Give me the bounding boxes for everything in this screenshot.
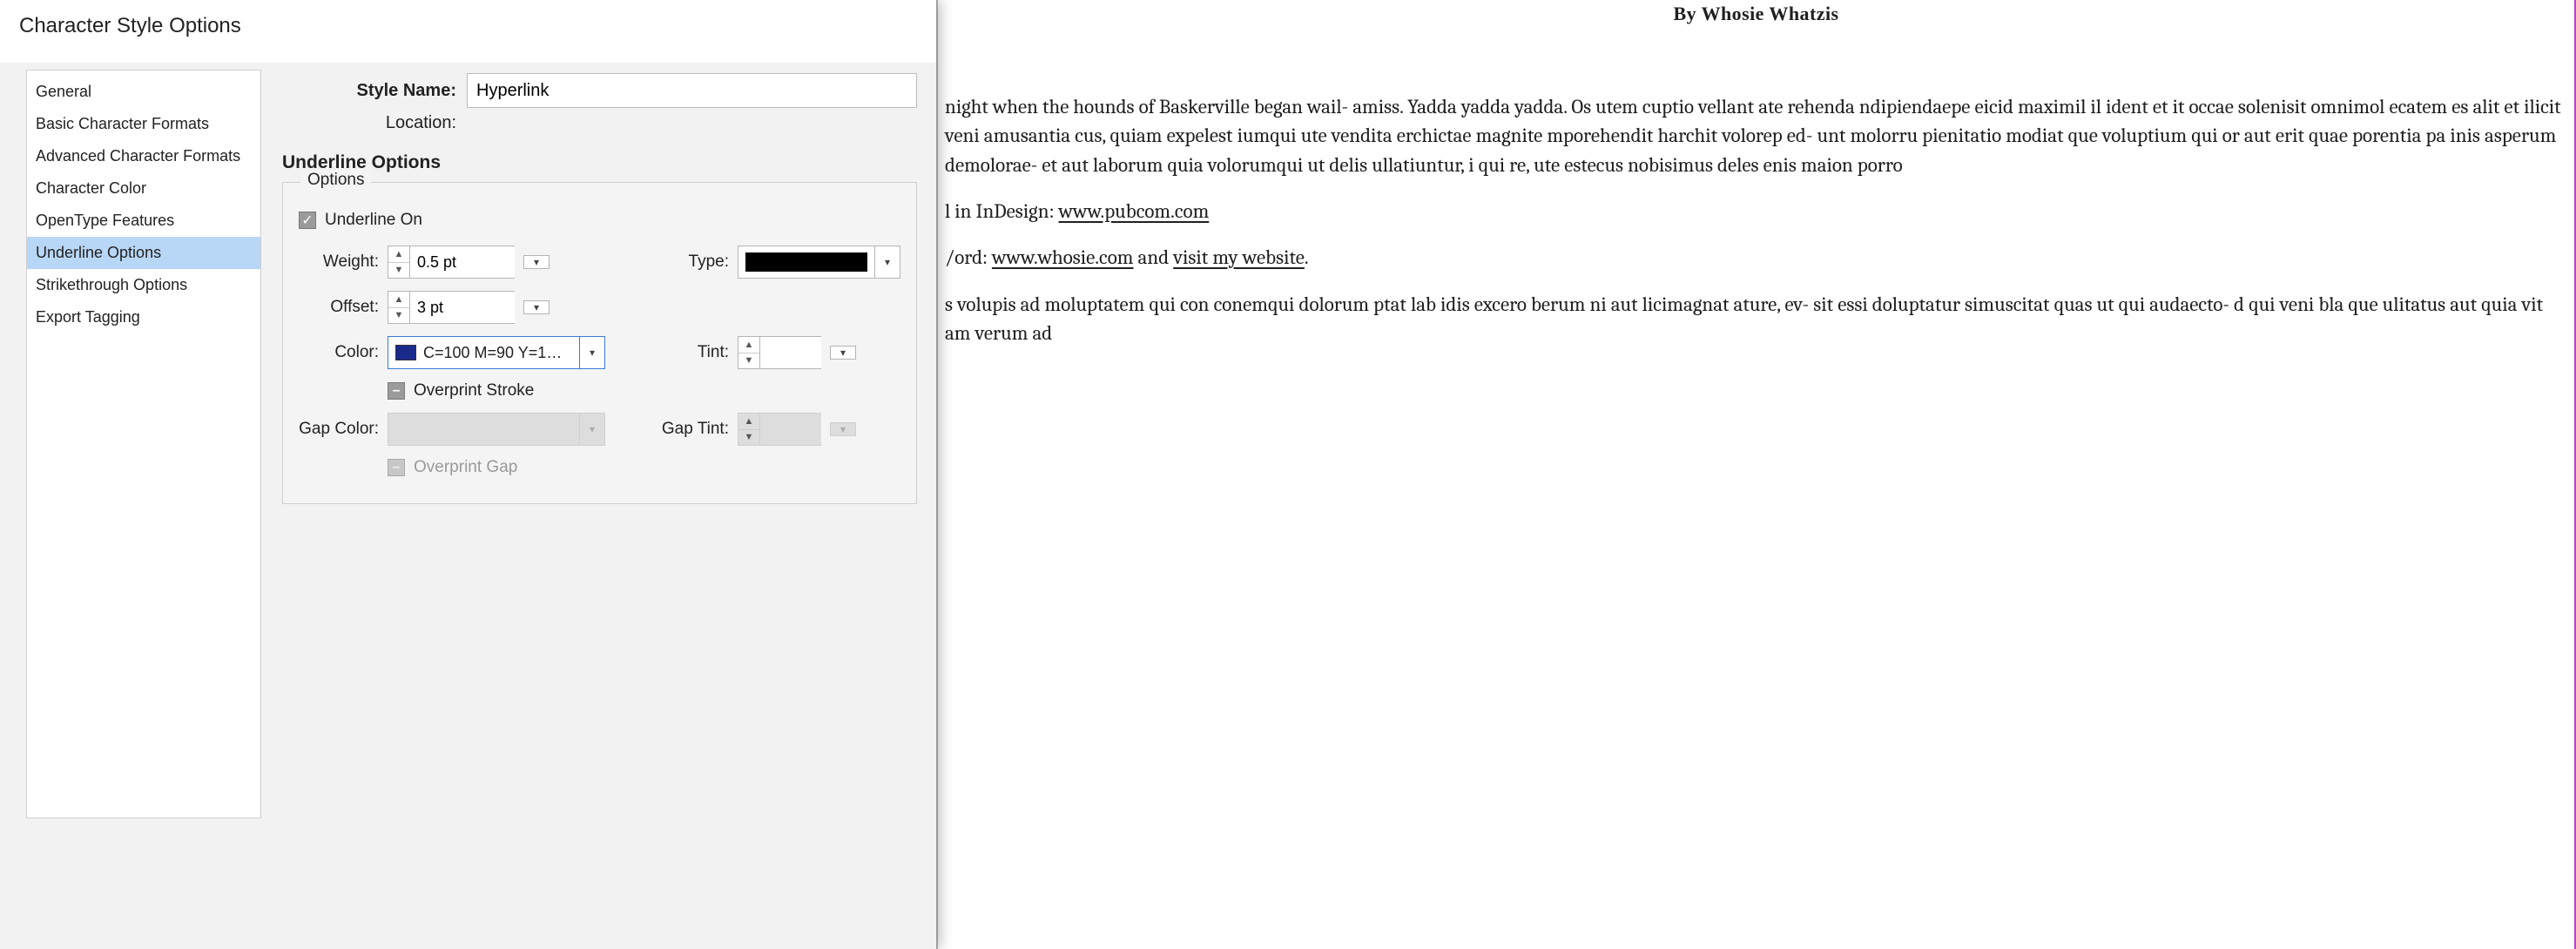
gap-color-dropdown: ▾ [579, 413, 605, 446]
location-label: Location: [282, 113, 456, 133]
type-dropdown[interactable]: ▾ [874, 246, 900, 279]
hyperlink-whosie[interactable]: www.whosie.com [992, 246, 1134, 269]
color-select[interactable]: C=100 M=90 Y=1… ▾ [388, 336, 605, 369]
hyperlink-visit-my-website[interactable]: visit my website [1173, 246, 1305, 269]
link-paragraph-2: /ord: www.whosie.com and visit my websit… [945, 243, 2567, 272]
gap-color-select: ▾ [388, 413, 605, 446]
tint-stepper[interactable]: ▲ ▼ [738, 336, 821, 369]
offset-label: Offset: [299, 298, 379, 317]
character-style-options-dialog: Character Style Options General Basic Ch… [0, 0, 937, 949]
dialog-title: Character Style Options [0, 0, 936, 63]
gap-tint-dropdown: ▾ [830, 422, 856, 436]
weight-stepper[interactable]: ▲ ▼ [388, 246, 515, 279]
app-stage: By Whosie Whatzis night when the hounds … [0, 0, 2576, 949]
category-underline-options[interactable]: Underline Options [27, 237, 260, 269]
tint-input[interactable] [760, 336, 821, 369]
color-value-text: C=100 M=90 Y=1… [423, 344, 562, 362]
gap-color-label: Gap Color: [299, 420, 379, 439]
document-preview: By Whosie Whatzis night when the hounds … [937, 0, 2576, 949]
overprint-gap-label: Overprint Gap [414, 458, 517, 477]
underline-on-label: Underline On [325, 211, 422, 230]
category-character-color[interactable]: Character Color [27, 172, 260, 205]
dialog-body: General Basic Character Formats Advanced… [0, 63, 936, 946]
document-body: night when the hounds of Baskerville beg… [945, 31, 2567, 347]
text-run: and [1138, 246, 1174, 269]
chevron-up-icon[interactable]: ▲ [388, 246, 409, 263]
text-run: /ord: [945, 246, 992, 269]
tint-label: Tint: [649, 343, 729, 362]
link-paragraph-1: l in InDesign: www.pubcom.com [945, 197, 2567, 225]
options-pane: Style Name: Location: Underline Options … [273, 70, 924, 933]
chevron-up-icon: ▲ [738, 414, 759, 430]
weight-spin[interactable]: ▲ ▼ [388, 246, 410, 279]
chevron-down-icon: ▼ [738, 430, 759, 446]
style-name-label: Style Name: [282, 81, 456, 101]
chevron-down-icon[interactable]: ▼ [388, 308, 409, 324]
offset-stepper[interactable]: ▲ ▼ [388, 291, 515, 324]
options-legend: Options [300, 171, 371, 190]
color-label: Color: [299, 343, 379, 362]
stroke-type-preview [745, 252, 867, 272]
category-basic-character-formats[interactable]: Basic Character Formats [27, 108, 260, 140]
type-select[interactable]: ▾ [738, 246, 900, 279]
type-label: Type: [649, 252, 729, 272]
color-swatch-icon [395, 345, 416, 360]
overprint-stroke-checkbox[interactable] [388, 382, 405, 400]
gap-tint-stepper: ▲ ▼ [738, 413, 821, 446]
gap-tint-spin: ▲ ▼ [738, 413, 760, 446]
weight-label: Weight: [299, 252, 379, 272]
hyperlink-pubcom[interactable]: www.pubcom.com [1058, 199, 1209, 223]
text-run: . [1305, 246, 1309, 269]
body-paragraph-1: night when the hounds of Baskerville beg… [945, 92, 2567, 179]
chevron-up-icon[interactable]: ▲ [738, 337, 759, 353]
offset-dropdown[interactable]: ▾ [523, 300, 550, 314]
category-general[interactable]: General [27, 76, 260, 108]
category-list: General Basic Character Formats Advanced… [26, 70, 261, 818]
weight-input[interactable] [410, 246, 515, 279]
body-paragraph-2: s volupis ad moluptatem qui con conemqui… [945, 290, 2567, 348]
overprint-stroke-label: Overprint Stroke [414, 381, 534, 400]
category-opentype-features[interactable]: OpenType Features [27, 205, 260, 237]
chevron-down-icon[interactable]: ▼ [738, 353, 759, 369]
tint-spin[interactable]: ▲ ▼ [738, 336, 760, 369]
underline-on-checkbox[interactable] [299, 212, 316, 229]
category-advanced-character-formats[interactable]: Advanced Character Formats [27, 140, 260, 172]
overprint-gap-checkbox [388, 459, 405, 476]
options-fieldset: Options Underline On Weight: ▲ ▼ [282, 182, 917, 504]
gap-tint-label: Gap Tint: [649, 420, 729, 439]
tint-dropdown[interactable]: ▾ [830, 346, 856, 360]
section-heading-underline-options: Underline Options [282, 152, 917, 173]
category-export-tagging[interactable]: Export Tagging [27, 301, 260, 333]
gap-tint-input [760, 413, 821, 446]
text-run: l in InDesign: [945, 199, 1058, 223]
chevron-up-icon[interactable]: ▲ [388, 292, 409, 308]
byline: By Whosie Whatzis [945, 0, 2567, 31]
offset-input[interactable] [410, 291, 515, 324]
weight-dropdown[interactable]: ▾ [523, 255, 550, 269]
style-name-input[interactable] [467, 73, 917, 108]
color-dropdown[interactable]: ▾ [579, 336, 605, 369]
chevron-down-icon[interactable]: ▼ [388, 263, 409, 279]
category-strikethrough-options[interactable]: Strikethrough Options [27, 269, 260, 301]
offset-spin[interactable]: ▲ ▼ [388, 291, 410, 324]
